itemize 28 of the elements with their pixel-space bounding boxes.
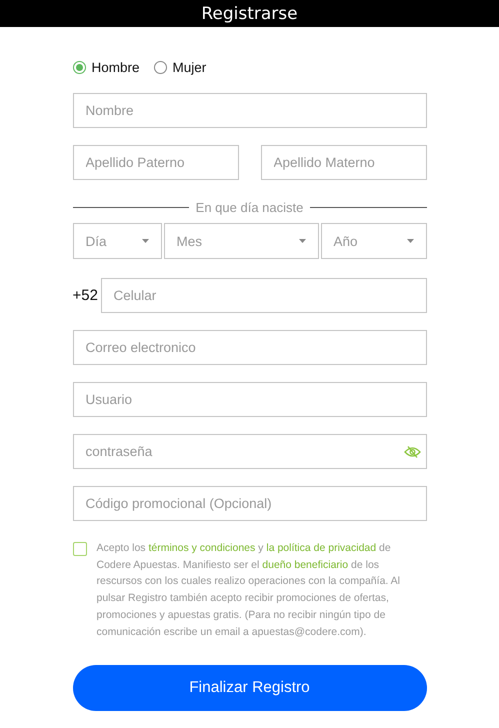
- window-title: Registrarse: [201, 4, 298, 24]
- gender-radio[interactable]: Hombre: [72, 60, 140, 74]
- section-label: En que día naciste: [196, 200, 304, 214]
- caret-icon: [142, 239, 148, 243]
- name-field[interactable]: Nombre: [72, 93, 426, 128]
- radio-label: Mujer: [172, 60, 206, 74]
- terms-link[interactable]: dueño beneficiario: [262, 558, 348, 571]
- text-field[interactable]: Correo electronico: [72, 330, 426, 365]
- phone-field[interactable]: Celular: [100, 278, 426, 313]
- text-field[interactable]: Código promocional (Opcional): [72, 486, 426, 521]
- terms-text: Acepto los términos y condiciones y la política de privacidad de Codere Apuestas. Manifiesto ser el dueño beneficiario de los rescursos con los cuales realizo operaciones con la compañía. Al pulsar Registro también acepto recibir promociones de ofertas, promociones y apuestas gratis. (Para no recibir ningún tipo de comunicación escribe un email a apuestas@codere.com).: [96, 541, 401, 640]
- terms-link[interactable]: términos y condiciones: [148, 542, 256, 554]
- date-dropdown[interactable]: Día: [72, 223, 162, 259]
- surname-field[interactable]: Apellido Materno: [260, 145, 426, 180]
- gender-radio[interactable]: Mujer: [154, 60, 206, 74]
- password-field[interactable]: contraseña: [72, 434, 426, 469]
- hide-password-icon[interactable]: [404, 446, 420, 458]
- terms-link[interactable]: la política de privacidad: [266, 542, 376, 554]
- radio-label: Hombre: [92, 60, 140, 74]
- caret-icon: [406, 239, 414, 243]
- surname-field[interactable]: Apellido Paterno: [72, 145, 238, 180]
- text-field[interactable]: Usuario: [72, 382, 426, 417]
- date-dropdown[interactable]: Año: [320, 223, 426, 259]
- terms-checkbox[interactable]: [72, 542, 86, 556]
- date-dropdown[interactable]: Mes: [164, 223, 318, 259]
- submit-button[interactable]: Finalizar Registro: [72, 665, 426, 712]
- caret-icon: [298, 239, 306, 243]
- country-code: +52: [72, 287, 98, 304]
